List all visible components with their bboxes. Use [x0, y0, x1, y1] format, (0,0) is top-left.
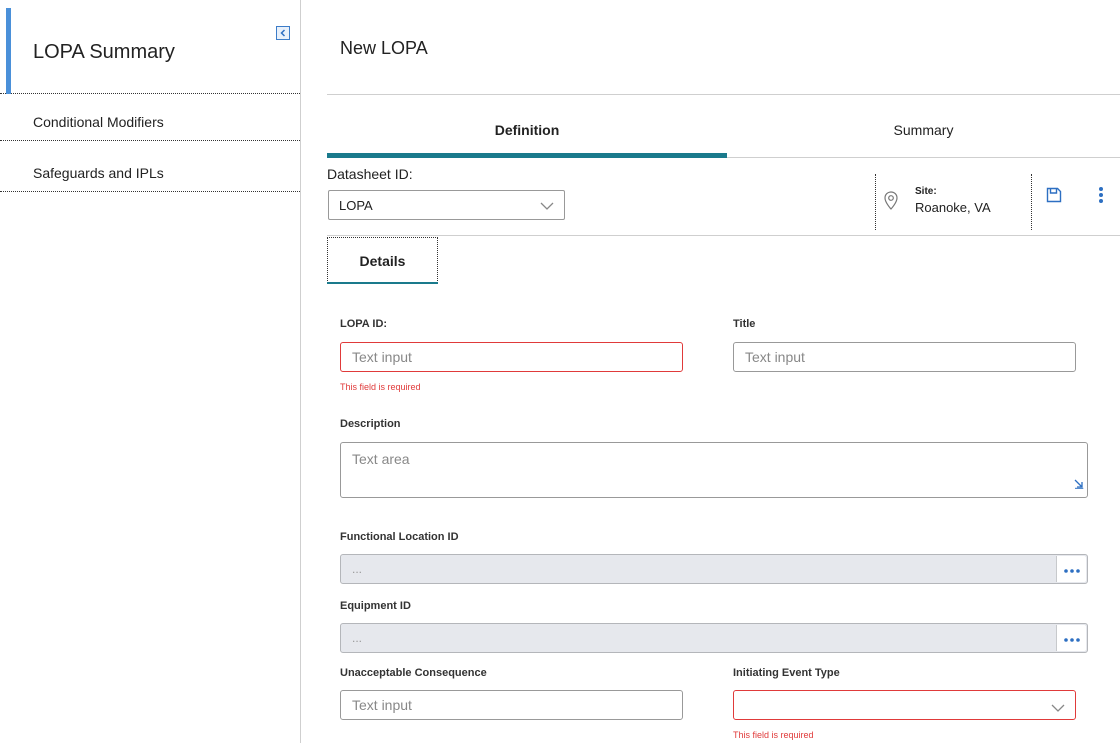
sidebar-header: LOPA Summary	[0, 8, 300, 94]
description-placeholder: Text area	[352, 451, 410, 467]
unacceptable-consequence-input[interactable]: Text input	[340, 690, 683, 720]
lopa-id-input[interactable]: Text input	[340, 342, 683, 372]
divider	[327, 235, 1120, 236]
sidebar-item-label: Conditional Modifiers	[33, 113, 164, 130]
sidebar: LOPA Summary Conditional Modifiers Safeg…	[0, 0, 301, 743]
divider	[727, 157, 1120, 158]
lopa-id-label: LOPA ID:	[340, 318, 388, 330]
tab-definition[interactable]: Definition	[327, 122, 727, 138]
lopa-id-error: This field is required	[340, 382, 421, 392]
collapse-sidebar-button[interactable]	[276, 26, 290, 40]
title-input[interactable]: Text input	[733, 342, 1076, 372]
title-label: Title	[733, 318, 756, 330]
equipment-id-label: Equipment ID	[340, 600, 411, 612]
unacceptable-consequence-label: Unacceptable Consequence	[340, 667, 487, 679]
equipment-id-field: ...	[340, 623, 1088, 653]
equipment-browse-button[interactable]	[1056, 625, 1086, 651]
save-icon[interactable]	[1046, 187, 1062, 208]
site-label: Site:	[915, 186, 937, 197]
site-value: Roanoke, VA	[915, 200, 991, 215]
active-tab-indicator	[327, 153, 727, 158]
datasheet-id-select[interactable]: LOPA	[328, 190, 565, 220]
initiating-event-type-error: This field is required	[733, 730, 814, 740]
functional-location-id-value: ...	[352, 562, 363, 576]
functional-location-browse-button[interactable]	[1056, 556, 1086, 582]
page-title: New LOPA	[340, 38, 428, 58]
datasheet-id-value: LOPA	[339, 197, 373, 213]
functional-location-id-field: ...	[340, 554, 1088, 584]
initiating-event-type-select[interactable]	[733, 690, 1076, 720]
collapse-left-icon	[279, 29, 287, 37]
sidebar-accent-bar	[6, 8, 11, 94]
tab-details[interactable]: Details	[327, 237, 438, 283]
resize-icon[interactable]	[1074, 476, 1084, 492]
chevron-down-icon	[1051, 700, 1065, 716]
active-subtab-indicator	[327, 282, 438, 284]
initiating-event-type-label: Initiating Event Type	[733, 667, 840, 679]
more-vertical-icon[interactable]	[1098, 186, 1104, 209]
equipment-id-value: ...	[352, 631, 363, 645]
sidebar-item-safeguards-and-ipls[interactable]: Safeguards and IPLs	[0, 154, 300, 192]
tab-summary[interactable]: Summary	[727, 122, 1120, 138]
ellipsis-icon	[1063, 631, 1080, 645]
main-content: New LOPA Definition Summary Datasheet ID…	[327, 0, 1120, 743]
divider	[1031, 174, 1032, 230]
datasheet-id-label: Datasheet ID:	[327, 166, 413, 182]
functional-location-id-label: Functional Location ID	[340, 531, 459, 543]
sidebar-item-label: Safeguards and IPLs	[33, 164, 164, 181]
chevron-down-icon	[540, 199, 554, 214]
sidebar-item-conditional-modifiers[interactable]: Conditional Modifiers	[0, 103, 300, 141]
sidebar-title: LOPA Summary	[33, 41, 175, 63]
divider	[327, 94, 1120, 95]
description-label: Description	[340, 418, 401, 430]
ellipsis-icon	[1063, 562, 1080, 576]
location-pin-icon	[884, 191, 898, 216]
description-textarea[interactable]: Text area	[340, 442, 1088, 498]
